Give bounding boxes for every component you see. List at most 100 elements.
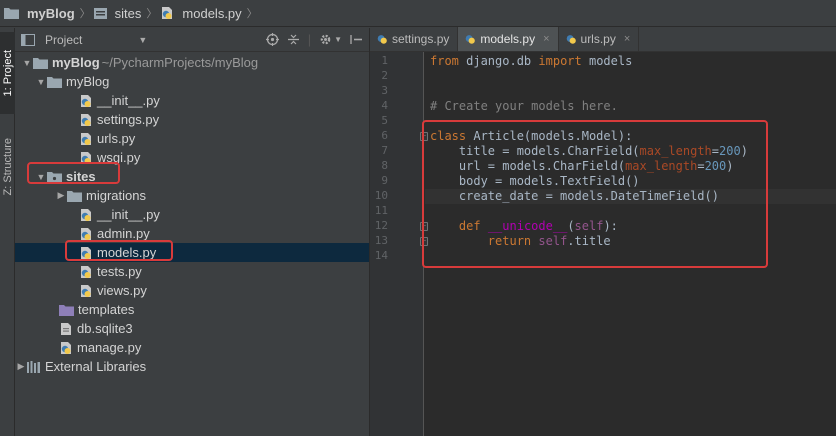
breadcrumb-item-sites[interactable]: sites xyxy=(93,0,146,26)
breadcrumb-label: sites xyxy=(114,5,142,21)
tab-settings-py[interactable]: settings.py xyxy=(370,27,459,51)
tree-row-manage-py[interactable]: manage.py xyxy=(15,338,369,357)
folder-icon xyxy=(33,57,48,69)
structure-tool-tab[interactable]: Z: Structure xyxy=(0,124,15,210)
expand-arrow-icon[interactable]: ▼ xyxy=(35,77,47,87)
code-line: def __unicode__(self): xyxy=(458,219,618,233)
tree-row-external-libraries[interactable]: ▶ External Libraries xyxy=(15,357,369,376)
line-number: 1 xyxy=(381,54,388,67)
collapse-arrow-icon[interactable]: ▶ xyxy=(15,361,27,372)
project-view-icon xyxy=(21,33,35,46)
tree-row-sites-init-py[interactable]: __init__.py xyxy=(15,205,369,224)
code-line: url = models.CharField(max_length=200) xyxy=(430,159,734,173)
line-number: 5 xyxy=(381,114,388,127)
breadcrumb-item-myblog[interactable]: myBlog xyxy=(4,0,79,26)
tree-row-urls-py[interactable]: urls.py xyxy=(15,129,369,148)
code-line: create_date = models.DateTimeField() xyxy=(430,189,719,203)
tab-urls-py[interactable]: urls.py × xyxy=(559,27,640,51)
library-icon xyxy=(27,360,40,373)
tree-row-init-py[interactable]: __init__.py xyxy=(15,91,369,110)
editor-tab-bar: settings.py models.py × urls.py × xyxy=(370,27,836,52)
folder-icon xyxy=(47,76,62,88)
close-icon[interactable]: × xyxy=(624,33,630,45)
toolbar-divider: | xyxy=(307,32,312,47)
chevron-right-icon: 〉 xyxy=(146,8,158,20)
project-view-title[interactable]: Project xyxy=(45,33,82,47)
python-file-icon xyxy=(566,35,576,44)
chevron-right-icon: 〉 xyxy=(246,8,258,20)
tree-item-label: External Libraries xyxy=(45,359,147,374)
tree-row-views-py[interactable]: views.py xyxy=(15,281,369,300)
gear-dropdown-icon[interactable]: ▼ xyxy=(334,32,342,47)
line-number: 3 xyxy=(381,84,388,97)
line-number: 7 xyxy=(381,144,388,157)
project-panel: Project ▼ | ▼ ▼ myBlog ~/PycharmProjects… xyxy=(15,28,370,436)
structure-tool-label: Z: Structure xyxy=(1,138,14,196)
project-panel-toolbar: | ▼ xyxy=(265,32,363,47)
tree-item-path: ~/PycharmProjects/myBlog xyxy=(101,55,259,70)
tree-item-label: migrations xyxy=(86,188,146,203)
tree-row-templates[interactable]: templates xyxy=(15,300,369,319)
tree-row-migrations[interactable]: ▶ migrations xyxy=(15,186,369,205)
code-line: from django.db import models xyxy=(430,54,633,68)
code-line: title = models.CharField(max_length=200) xyxy=(430,144,748,158)
tree-row-sites[interactable]: ▼ sites xyxy=(15,167,369,186)
code-line: # Create your models here. xyxy=(430,99,618,113)
tree-row-wsgi-py[interactable]: wsgi.py xyxy=(15,148,369,167)
code-line: return self.title xyxy=(487,234,611,248)
code-text-area[interactable]: from django.db import models # Create yo… xyxy=(425,52,836,436)
package-folder-icon xyxy=(47,171,62,183)
project-tool-tab[interactable]: 1: Project xyxy=(0,32,15,114)
tree-row-models-py[interactable]: models.py xyxy=(15,243,369,262)
python-file-icon xyxy=(81,246,91,259)
python-file-icon xyxy=(377,35,387,44)
python-file-icon xyxy=(81,208,91,221)
expand-arrow-icon[interactable]: ▼ xyxy=(35,172,47,182)
tab-label: urls.py xyxy=(580,32,616,46)
navigation-breadcrumb: myBlog 〉 sites 〉 models.py 〉 xyxy=(0,0,836,27)
collapse-all-icon[interactable] xyxy=(287,32,300,47)
project-tool-label: 1: Project xyxy=(1,49,14,97)
tree-item-label: wsgi.py xyxy=(97,150,141,165)
tree-item-label: sites xyxy=(66,169,96,184)
breadcrumb-item-models-py[interactable]: models.py xyxy=(160,0,245,26)
line-number: 4 xyxy=(381,99,388,112)
expand-arrow-icon[interactable]: ▼ xyxy=(21,58,33,68)
tree-item-label: tests.py xyxy=(97,264,142,279)
chevron-right-icon: 〉 xyxy=(79,8,91,20)
tree-row-settings-py[interactable]: settings.py xyxy=(15,110,369,129)
python-file-icon xyxy=(81,94,91,107)
tree-item-label: templates xyxy=(78,302,135,317)
python-file-icon xyxy=(81,284,91,297)
chevron-down-icon[interactable]: ▼ xyxy=(138,35,147,45)
line-number: 10 xyxy=(374,189,388,202)
tree-row-myblog[interactable]: ▼ myBlog xyxy=(15,72,369,91)
python-file-icon xyxy=(81,132,91,145)
tab-label: settings.py xyxy=(392,32,450,46)
line-number: 13 xyxy=(374,234,388,247)
python-file-icon xyxy=(81,151,91,164)
scroll-from-source-icon[interactable] xyxy=(265,32,279,47)
tree-item-label: views.py xyxy=(97,283,147,298)
python-file-icon xyxy=(81,113,91,126)
tree-row-project-root[interactable]: ▼ myBlog ~/PycharmProjects/myBlog xyxy=(15,53,369,72)
python-file-icon xyxy=(81,227,91,240)
folder-icon xyxy=(4,8,19,19)
folder-icon xyxy=(93,7,107,19)
tree-row-admin-py[interactable]: admin.py xyxy=(15,224,369,243)
line-number: 12 xyxy=(374,219,388,232)
tree-item-label: __init__.py xyxy=(97,93,160,108)
hide-panel-icon[interactable] xyxy=(350,32,363,47)
tree-item-label: settings.py xyxy=(97,112,160,127)
python-file-icon xyxy=(162,7,173,19)
tree-item-label: myBlog xyxy=(66,74,110,89)
collapse-arrow-icon[interactable]: ▶ xyxy=(55,190,67,201)
close-icon[interactable]: × xyxy=(543,33,549,45)
tree-row-tests-py[interactable]: tests.py xyxy=(15,262,369,281)
project-tree: ▼ myBlog ~/PycharmProjects/myBlog ▼ myBl… xyxy=(15,52,369,376)
gear-icon[interactable] xyxy=(319,32,332,47)
tab-models-py[interactable]: models.py × xyxy=(458,27,559,51)
tree-row-db-sqlite3[interactable]: db.sqlite3 xyxy=(15,319,369,338)
tree-item-label: __init__.py xyxy=(97,207,160,222)
line-number-gutter: 1 2 3 4 5 6 7 8 9 10 11 12 13 14 − − − xyxy=(370,52,428,436)
